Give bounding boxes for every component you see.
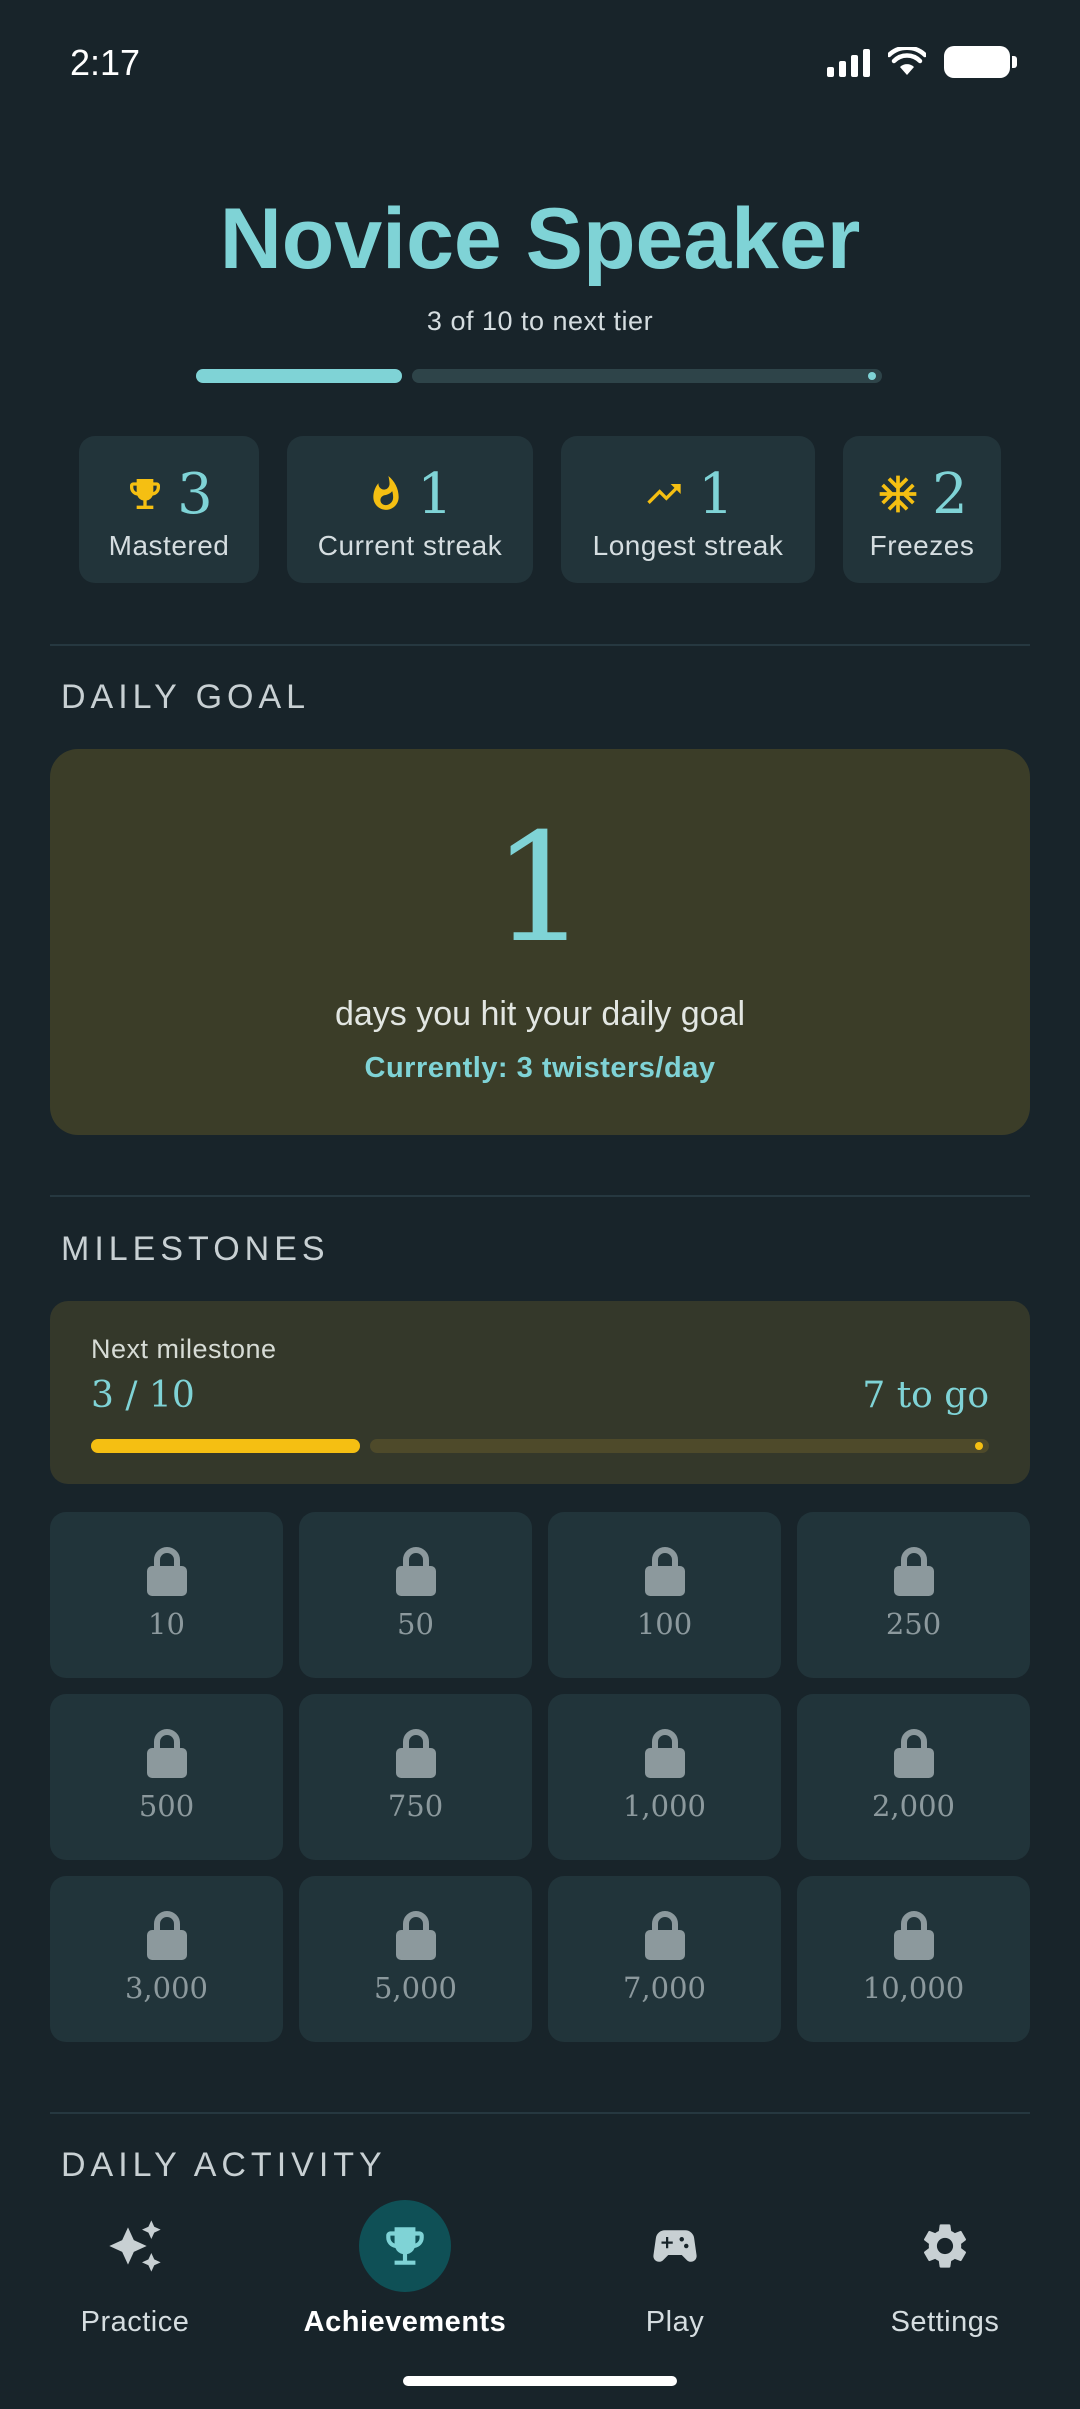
lock-icon — [146, 1546, 187, 1601]
divider — [50, 2112, 1030, 2114]
milestone-tile[interactable]: 10,000 — [797, 1876, 1030, 2042]
milestone-grid: 10 50 100 250 500 750 1,000 2,000 3,000 5,000 7,00… — [50, 1512, 1030, 2042]
milestone-tile[interactable]: 250 — [797, 1512, 1030, 1678]
milestone-value: 7,000 — [622, 1970, 707, 2005]
milestone-value: 50 — [397, 1606, 434, 1641]
milestone-tile[interactable]: 10 — [50, 1512, 283, 1678]
lock-icon — [395, 1546, 436, 1601]
stat-label: Current streak — [317, 530, 503, 561]
section-title-daily-activity: DAILY ACTIVITY — [61, 2146, 387, 2184]
tier-title: Novice Speaker — [219, 191, 861, 287]
stat-longest-streak: 1 Longest streak — [561, 436, 815, 583]
milestone-tile[interactable]: 2,000 — [797, 1694, 1030, 1860]
stat-label: Mastered — [108, 530, 230, 561]
next-milestone-label: Next milestone — [91, 1334, 277, 1364]
lock-icon — [893, 1728, 934, 1783]
lock-icon — [893, 1546, 934, 1601]
nav-label: Achievements — [303, 2306, 507, 2338]
daily-goal-card: 1 days you hit your daily goal Currently… — [50, 749, 1030, 1135]
nav-label: Practice — [80, 2306, 190, 2338]
nav-play[interactable]: Play — [540, 2200, 810, 2339]
gamepad-icon — [653, 2230, 697, 2262]
lock-icon — [146, 1910, 187, 1965]
milestone-tile[interactable]: 750 — [299, 1694, 532, 1860]
milestone-value: 10 — [148, 1606, 185, 1641]
nav-label: Play — [645, 2306, 705, 2338]
snowflake-icon — [879, 475, 917, 513]
milestone-value: 10,000 — [862, 1970, 965, 2005]
milestone-value: 5,000 — [373, 1970, 458, 2005]
flame-icon — [373, 476, 399, 510]
daily-goal-count: 1 — [492, 802, 588, 976]
section-title-milestones: MILESTONES — [61, 1230, 330, 1268]
stat-value: 2 — [932, 461, 968, 527]
milestone-to-go: 7 to go — [862, 1375, 989, 1416]
milestone-value: 3,000 — [124, 1970, 209, 2005]
status-bar: 2:17 — [0, 0, 1080, 130]
divider — [50, 644, 1030, 646]
lock-icon — [146, 1728, 187, 1783]
lock-icon — [644, 1910, 685, 1965]
milestone-tile[interactable]: 1,000 — [548, 1694, 781, 1860]
lock-icon — [644, 1546, 685, 1601]
milestone-value: 1,000 — [622, 1788, 707, 1823]
stat-label: Longest streak — [592, 530, 784, 561]
gear-icon — [923, 2224, 967, 2268]
stat-mastered: 3 Mastered — [79, 436, 259, 583]
stat-value: 1 — [417, 461, 453, 527]
battery-icon — [944, 46, 1017, 78]
milestone-value: 100 — [636, 1606, 693, 1641]
lock-icon — [893, 1910, 934, 1965]
divider — [50, 1195, 1030, 1197]
sparkles-icon — [109, 2220, 161, 2272]
lock-icon — [395, 1910, 436, 1965]
milestone-progress-text: 3 / 10 — [91, 1375, 195, 1416]
trophy-icon — [386, 2227, 424, 2265]
tier-subtitle: 3 of 10 to next tier — [426, 306, 654, 336]
stat-freezes: 2 Freezes — [843, 436, 1001, 583]
stat-current-streak: 1 Current streak — [287, 436, 533, 583]
nav-label: Settings — [890, 2306, 1000, 2338]
nav-practice[interactable]: Practice — [0, 2200, 270, 2339]
signal-icon — [827, 47, 870, 77]
lock-icon — [395, 1728, 436, 1783]
milestone-tile[interactable]: 3,000 — [50, 1876, 283, 2042]
trending-up-icon — [647, 484, 681, 504]
stat-value: 3 — [177, 461, 213, 527]
stat-label: Freezes — [869, 530, 975, 561]
trophy-icon — [130, 479, 161, 509]
milestone-progress-bar — [91, 1438, 989, 1454]
milestone-tile[interactable]: 100 — [548, 1512, 781, 1678]
stat-value: 1 — [698, 461, 734, 527]
daily-goal-description: days you hit your daily goal — [334, 995, 746, 1033]
milestone-tile[interactable]: 500 — [50, 1694, 283, 1860]
milestone-tile[interactable]: 5,000 — [299, 1876, 532, 2042]
milestone-value: 250 — [885, 1606, 942, 1641]
milestone-value: 2,000 — [871, 1788, 956, 1823]
tier-progress-bar — [196, 368, 882, 384]
milestone-value: 750 — [387, 1788, 444, 1823]
nav-achievements[interactable]: Achievements — [270, 2200, 540, 2339]
lock-icon — [644, 1728, 685, 1783]
status-time: 2:17 — [70, 42, 141, 83]
wifi-icon — [888, 47, 926, 75]
status-icons — [827, 46, 1017, 78]
milestone-tile[interactable]: 50 — [299, 1512, 532, 1678]
nav-settings[interactable]: Settings — [810, 2200, 1080, 2339]
section-title-daily-goal: DAILY GOAL — [61, 678, 311, 716]
daily-goal-current: Currently: 3 twisters/day — [364, 1052, 716, 1084]
home-indicator[interactable] — [403, 2376, 677, 2386]
milestone-value: 500 — [138, 1788, 195, 1823]
next-milestone-card: Next milestone 3 / 10 7 to go — [50, 1301, 1030, 1484]
milestone-tile[interactable]: 7,000 — [548, 1876, 781, 2042]
